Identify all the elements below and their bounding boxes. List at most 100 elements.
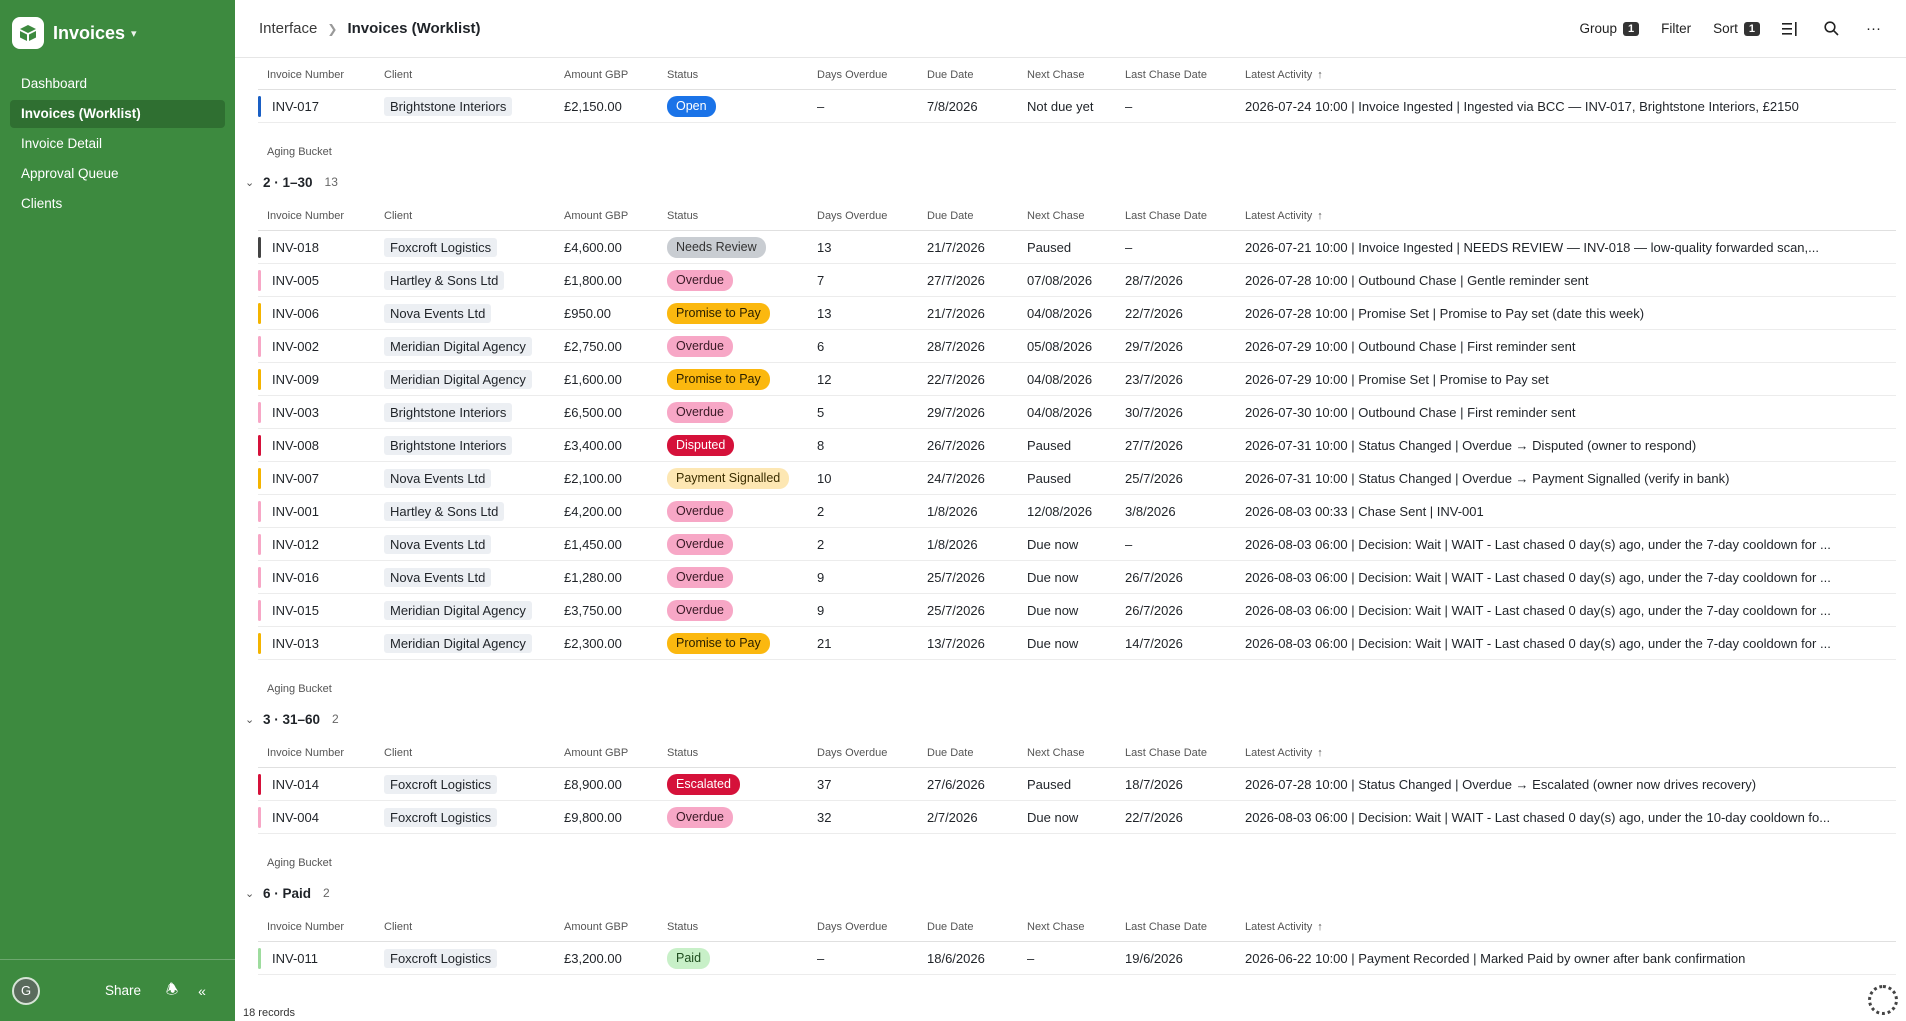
- client-chip[interactable]: Foxcroft Logistics: [384, 237, 498, 257]
- group-button[interactable]: Group 1: [1579, 21, 1640, 36]
- table-row[interactable]: INV-017 Brightstone Interiors £2,150.00 Ope…: [258, 90, 1896, 123]
- column-header-status[interactable]: Status: [667, 210, 817, 222]
- table-row[interactable]: INV-006 Nova Events Ltd £950.00 Promise to …: [258, 297, 1896, 330]
- table-row[interactable]: INV-007 Nova Events Ltd £2,100.00 Payment S…: [258, 462, 1896, 495]
- row-height-icon[interactable]: [1782, 21, 1802, 36]
- column-header-client[interactable]: Client: [384, 69, 564, 81]
- collapse-sidebar-icon[interactable]: «: [193, 983, 211, 999]
- column-header-invoice[interactable]: Invoice Number: [258, 921, 384, 933]
- column-header-days[interactable]: Days Overdue: [817, 921, 927, 933]
- client-chip[interactable]: Brightstone Interiors: [384, 435, 513, 455]
- table-row[interactable]: INV-012 Nova Events Ltd £1,450.00 Overdue 2 1…: [258, 528, 1896, 561]
- client-chip[interactable]: Nova Events Ltd: [384, 468, 492, 488]
- client-chip[interactable]: Brightstone Interiors: [384, 96, 513, 116]
- column-header-activity-cell[interactable]: Latest Activity ↑: [1245, 747, 1896, 759]
- column-header-last[interactable]: Last Chase Date: [1125, 69, 1245, 81]
- column-header-amount[interactable]: Amount GBP: [564, 210, 667, 222]
- client-chip[interactable]: Foxcroft Logistics: [384, 774, 498, 794]
- column-header-days[interactable]: Days Overdue: [817, 69, 927, 81]
- column-header-invoice[interactable]: Invoice Number: [258, 747, 384, 759]
- client-chip[interactable]: Nova Events Ltd: [384, 567, 492, 587]
- cell-next: 07/08/2026: [1027, 272, 1093, 288]
- chevron-down-icon[interactable]: ⌄: [245, 176, 254, 189]
- client-chip[interactable]: Hartley & Sons Ltd: [384, 270, 505, 290]
- column-header-amount[interactable]: Amount GBP: [564, 69, 667, 81]
- client-chip[interactable]: Nova Events Ltd: [384, 303, 492, 323]
- sidebar-item-clients[interactable]: Clients: [10, 190, 225, 218]
- column-header-status[interactable]: Status: [667, 747, 817, 759]
- column-header-client[interactable]: Client: [384, 210, 564, 222]
- column-header-last[interactable]: Last Chase Date: [1125, 210, 1245, 222]
- column-header-invoice[interactable]: Invoice Number: [258, 210, 384, 222]
- chevron-down-icon[interactable]: ⌄: [245, 713, 254, 726]
- sidebar-item-invoices-worklist[interactable]: Invoices (Worklist): [10, 100, 225, 128]
- column-header-invoice[interactable]: Invoice Number: [258, 69, 384, 81]
- share-button[interactable]: Share: [105, 983, 141, 998]
- column-header-activity[interactable]: Latest Activity: [1245, 69, 1312, 81]
- table-row[interactable]: INV-002 Meridian Digital Agency £2,750.00 O…: [258, 330, 1896, 363]
- table-row[interactable]: INV-004 Foxcroft Logistics £9,800.00 Overdu…: [258, 801, 1896, 834]
- sort-button[interactable]: Sort 1: [1713, 21, 1760, 36]
- column-header-activity-cell[interactable]: Latest Activity ↑: [1245, 921, 1896, 933]
- column-header-client[interactable]: Client: [384, 747, 564, 759]
- client-chip[interactable]: Meridian Digital Agency: [384, 633, 532, 653]
- column-header-last[interactable]: Last Chase Date: [1125, 747, 1245, 759]
- client-chip[interactable]: Meridian Digital Agency: [384, 600, 532, 620]
- table-row[interactable]: INV-005 Hartley & Sons Ltd £1,800.00 Overdu…: [258, 264, 1896, 297]
- sidebar-item-approval-queue[interactable]: Approval Queue: [10, 160, 225, 188]
- search-icon[interactable]: [1824, 21, 1844, 36]
- column-header-activity-cell[interactable]: Latest Activity ↑: [1245, 69, 1896, 81]
- breadcrumb-parent[interactable]: Interface: [259, 20, 317, 37]
- sidebar-item-dashboard[interactable]: Dashboard: [10, 70, 225, 98]
- table-row[interactable]: INV-015 Meridian Digital Agency £3,750.00 O…: [258, 594, 1896, 627]
- table-row[interactable]: INV-016 Nova Events Ltd £1,280.00 Overdue 9 2…: [258, 561, 1896, 594]
- table-row[interactable]: INV-013 Meridian Digital Agency £2,300.00 P…: [258, 627, 1896, 660]
- table-row[interactable]: INV-008 Brightstone Interiors £3,400.00 Dis…: [258, 429, 1896, 462]
- column-header-due[interactable]: Due Date: [927, 69, 1027, 81]
- client-chip[interactable]: Nova Events Ltd: [384, 534, 492, 554]
- column-header-activity[interactable]: Latest Activity: [1245, 747, 1312, 759]
- column-header-days[interactable]: Days Overdue: [817, 747, 927, 759]
- column-header-due[interactable]: Due Date: [927, 921, 1027, 933]
- group-header[interactable]: ⌄ 2 · 1–30 13: [245, 163, 1896, 201]
- group-header[interactable]: ⌄ 3 · 31–60 2: [245, 700, 1896, 738]
- column-header-due[interactable]: Due Date: [927, 210, 1027, 222]
- client-chip[interactable]: Hartley & Sons Ltd: [384, 501, 505, 521]
- bell-icon[interactable]: 🕭: [163, 979, 181, 1003]
- column-header-due[interactable]: Due Date: [927, 747, 1027, 759]
- table-row[interactable]: INV-018 Foxcroft Logistics £4,600.00 Needs …: [258, 231, 1896, 264]
- column-header-status[interactable]: Status: [667, 921, 817, 933]
- column-header-next[interactable]: Next Chase: [1027, 921, 1125, 933]
- client-chip[interactable]: Meridian Digital Agency: [384, 336, 532, 356]
- table-row[interactable]: INV-014 Foxcroft Logistics £8,900.00 Escala…: [258, 768, 1896, 801]
- column-header-next[interactable]: Next Chase: [1027, 747, 1125, 759]
- table-row[interactable]: INV-009 Meridian Digital Agency £1,600.00 P…: [258, 363, 1896, 396]
- client-chip[interactable]: Foxcroft Logistics: [384, 948, 498, 968]
- sidebar-item-invoice-detail[interactable]: Invoice Detail: [10, 130, 225, 158]
- avatar[interactable]: G: [12, 976, 40, 1005]
- table-row[interactable]: INV-001 Hartley & Sons Ltd £4,200.00 Overdu…: [258, 495, 1896, 528]
- column-header-amount[interactable]: Amount GBP: [564, 747, 667, 759]
- client-chip[interactable]: Brightstone Interiors: [384, 402, 513, 422]
- column-header-days[interactable]: Days Overdue: [817, 210, 927, 222]
- chevron-down-icon[interactable]: ⌄: [245, 887, 254, 900]
- table-row[interactable]: INV-003 Brightstone Interiors £6,500.00 Ove…: [258, 396, 1896, 429]
- column-header-status[interactable]: Status: [667, 69, 817, 81]
- column-header-activity[interactable]: Latest Activity: [1245, 210, 1312, 222]
- column-header-client[interactable]: Client: [384, 921, 564, 933]
- column-header-activity[interactable]: Latest Activity: [1245, 921, 1312, 933]
- group-header[interactable]: ⌄ 6 · Paid 2: [245, 874, 1896, 912]
- column-header-next[interactable]: Next Chase: [1027, 210, 1125, 222]
- column-header-activity-cell[interactable]: Latest Activity ↑: [1245, 210, 1896, 222]
- app-switcher[interactable]: Invoices ▾: [0, 0, 235, 66]
- more-options-icon[interactable]: ···: [1866, 20, 1886, 37]
- column-header-last[interactable]: Last Chase Date: [1125, 921, 1245, 933]
- table-row[interactable]: INV-011 Foxcroft Logistics £3,200.00 Paid – 1…: [258, 942, 1896, 975]
- column-header-next[interactable]: Next Chase: [1027, 69, 1125, 81]
- client-chip[interactable]: Foxcroft Logistics: [384, 807, 498, 827]
- cell-amount: £2,300.00: [564, 635, 622, 651]
- cell-last: 25/7/2026: [1125, 470, 1183, 486]
- client-chip[interactable]: Meridian Digital Agency: [384, 369, 532, 389]
- column-header-amount[interactable]: Amount GBP: [564, 921, 667, 933]
- filter-button[interactable]: Filter: [1661, 21, 1691, 36]
